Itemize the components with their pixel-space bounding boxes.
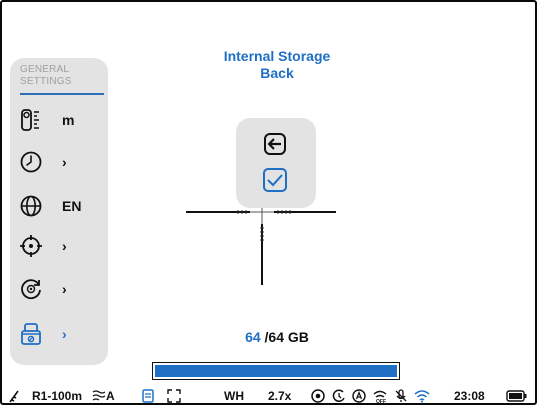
zoom-label: 2.7x xyxy=(268,389,292,403)
section-underline xyxy=(20,93,104,95)
reset-value: › xyxy=(62,281,67,297)
storage-total: /64 GB xyxy=(264,329,309,345)
section-title: GENERAL SETTINGS xyxy=(20,64,100,88)
storage-progress-fill xyxy=(155,365,397,377)
storage-status-icon xyxy=(141,388,155,404)
svg-text:OFF: OFF xyxy=(376,399,386,403)
page-title: Internal Storage Back xyxy=(162,48,392,82)
menu-item-storage[interactable]: › xyxy=(18,316,104,352)
menu-item-unit[interactable]: m xyxy=(18,102,104,138)
clock-time: 23:08 xyxy=(454,389,485,403)
clock-value: › xyxy=(62,154,67,170)
storage-usage: 64 /64 GB xyxy=(202,329,352,345)
confirm-checkbox[interactable] xyxy=(261,167,289,198)
mode-indicator: A xyxy=(92,388,115,404)
status-bar: R1-100m A WH 2.7x OFF 23:08 xyxy=(8,388,533,404)
eye-icon xyxy=(310,388,326,404)
reticle-value: › xyxy=(62,238,67,254)
page-title-line2: Back xyxy=(260,65,294,81)
battery-icon xyxy=(506,388,528,404)
wifi-icon xyxy=(414,388,430,404)
section-title-line1: GENERAL xyxy=(20,64,70,75)
section-title-line2: SETTINGS xyxy=(20,76,72,87)
menu-item-clock[interactable]: › xyxy=(18,144,104,180)
mode-label: A xyxy=(106,389,115,403)
checkbox-icon xyxy=(262,167,288,198)
storage-value: › xyxy=(62,326,67,342)
waves-icon xyxy=(92,389,106,404)
storage-progress-bar xyxy=(152,362,400,380)
language-value: EN xyxy=(62,198,82,214)
menu-item-language[interactable]: EN xyxy=(18,188,104,224)
device-screen: GENERAL SETTINGS m › EN › › › Internal S… xyxy=(0,0,537,405)
wifi-off-icon: OFF xyxy=(372,388,388,404)
rangefinder-icon xyxy=(8,388,22,404)
menu-item-reticle[interactable]: › xyxy=(18,228,104,264)
storage-icon xyxy=(18,321,44,347)
back-arrow-button[interactable] xyxy=(261,132,289,160)
auto-timer-icon xyxy=(332,388,346,404)
gear-cycle-icon xyxy=(18,276,44,302)
storage-dialog xyxy=(236,118,316,208)
palette-label: WH xyxy=(224,389,244,403)
unit-icon xyxy=(18,107,44,133)
auto-mode-icon xyxy=(352,388,366,404)
general-settings-sidebar: GENERAL SETTINGS m › EN › › › xyxy=(10,58,108,365)
crosshair-icon xyxy=(18,233,44,259)
menu-item-reset[interactable]: › xyxy=(18,271,104,307)
back-arrow-icon xyxy=(263,132,287,161)
unit-value: m xyxy=(62,112,75,128)
page-title-line1: Internal Storage xyxy=(223,48,331,64)
profile-label: R1-100m xyxy=(32,389,83,403)
focus-frame-icon xyxy=(167,388,181,404)
clock-icon xyxy=(18,149,44,175)
globe-icon xyxy=(18,193,44,219)
mic-off-icon xyxy=(394,388,408,404)
storage-used: 64 xyxy=(245,329,261,345)
